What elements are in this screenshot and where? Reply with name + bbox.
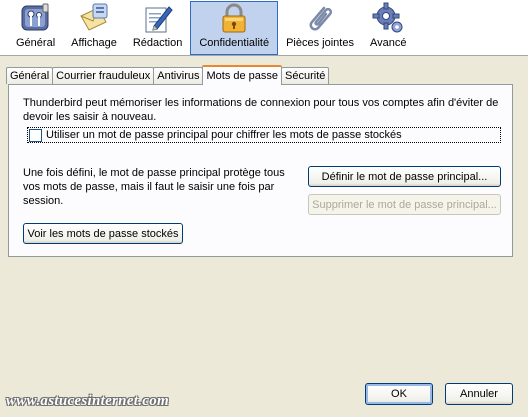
- tab-general[interactable]: Général: [6, 67, 54, 84]
- display-icon: [78, 2, 110, 34]
- define-master-password-button[interactable]: Définir le mot de passe principal...: [308, 166, 501, 187]
- master-password-checkbox-row[interactable]: Utiliser un mot de passe principal pour …: [27, 127, 501, 143]
- tab-passwords[interactable]: Mots de passe: [202, 65, 283, 85]
- toolbar-item-display[interactable]: Affichage: [63, 0, 125, 54]
- passwords-panel: Thunderbird peut mémoriser les informati…: [8, 84, 513, 257]
- tab-antivirus[interactable]: Antivirus: [153, 67, 204, 84]
- tab-junk-mail[interactable]: Courrier frauduleux: [52, 67, 155, 84]
- toolbar-item-composition[interactable]: Rédaction: [125, 0, 191, 54]
- paperclip-icon: [304, 2, 336, 34]
- toolbar-item-general[interactable]: Général: [8, 0, 63, 54]
- padlock-icon: [218, 2, 250, 34]
- site-watermark: www.astucesinternet.com: [6, 393, 170, 409]
- tab-security[interactable]: Sécurité: [281, 67, 330, 84]
- passwords-intro-text: Thunderbird peut mémoriser les informati…: [23, 97, 499, 123]
- gear-icon: [372, 2, 404, 34]
- toolbar-item-privacy[interactable]: Confidentialité: [190, 1, 279, 55]
- general-icon: [20, 2, 52, 34]
- privacy-tabs: Général Courrier frauduleux Antivirus Mo…: [6, 65, 330, 85]
- toolbar-item-advanced[interactable]: Avancé: [362, 0, 415, 54]
- toolbar-item-privacy-label: Confidentialité: [199, 37, 270, 49]
- master-password-checkbox-label: Utiliser un mot de passe principal pour …: [46, 129, 402, 141]
- toolbar-item-attachments-label: Pièces jointes: [286, 37, 354, 49]
- toolbar-item-general-label: Général: [16, 37, 56, 49]
- master-password-checkbox[interactable]: [29, 128, 42, 142]
- view-saved-passwords-button[interactable]: Voir les mots de passe stockés: [23, 223, 183, 244]
- master-password-description: Une fois défini, le mot de passe princip…: [23, 167, 285, 207]
- remove-master-password-button[interactable]: Supprimer le mot de passe principal...: [308, 194, 501, 215]
- toolbar-item-advanced-label: Avancé: [369, 37, 407, 49]
- preferences-toolbar: Général Affichage Rédaction Confidential…: [0, 0, 528, 56]
- ok-button[interactable]: OK: [365, 383, 433, 405]
- toolbar-item-composition-label: Rédaction: [132, 37, 183, 49]
- toolbar-item-attachments[interactable]: Pièces jointes: [278, 0, 362, 54]
- cancel-button[interactable]: Annuler: [445, 383, 513, 405]
- composition-icon: [142, 2, 174, 34]
- toolbar-item-display-label: Affichage: [71, 37, 117, 49]
